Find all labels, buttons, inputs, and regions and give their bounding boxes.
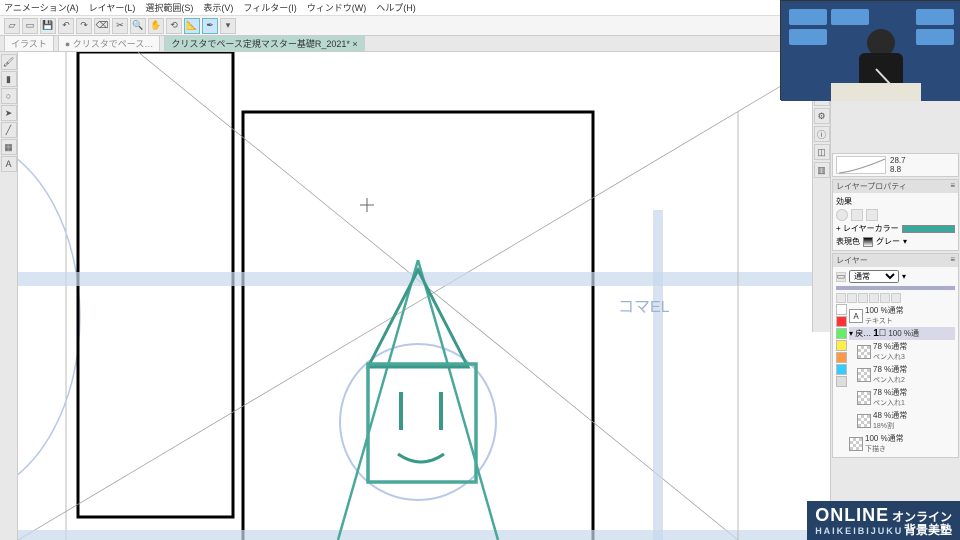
dropdown-icon[interactable]: ▾ (902, 272, 906, 281)
layer-prop-title: レイヤープロパティ (836, 181, 907, 192)
menu-view[interactable]: 表示(V) (203, 1, 233, 14)
pressure-curve[interactable] (836, 156, 886, 174)
layer-lock-icon[interactable]: ▭ (836, 272, 846, 282)
tab-doc2-active[interactable]: クリスタでペース定規マスター基礎R_2021* × (164, 35, 364, 52)
grid-icon[interactable]: ▦ (1, 139, 17, 155)
brush-size-value: 28.7 (890, 156, 906, 165)
layer-item[interactable]: 78 %通常ペン入れ1 (849, 386, 955, 409)
menu-help[interactable]: ヘルプ(H) (376, 1, 416, 14)
panel-menu-icon[interactable]: ≡ (950, 181, 955, 192)
pen-tool-icon[interactable]: ✒ (202, 18, 218, 34)
watermark-badge: ONLINE オンライン 背景美塾 HAIKEIBIJUKU (807, 501, 960, 540)
effect-label: 効果 (836, 196, 852, 207)
expression-label: 表現色 (836, 236, 860, 247)
tab-doc1[interactable]: ● クリスタでペース… (58, 35, 161, 52)
effect-tone-icon[interactable] (851, 209, 863, 221)
brush-icon[interactable]: 🖌 (1, 54, 17, 70)
swatch-green[interactable] (836, 328, 847, 339)
panel-menu-icon[interactable]: ≡ (950, 255, 955, 266)
undo-icon[interactable]: ↶ (58, 18, 74, 34)
layer-color-swatch[interactable] (902, 225, 955, 233)
webcam-person-icon (781, 1, 960, 101)
chevron-down-icon[interactable]: ▾ (220, 18, 236, 34)
effect-border-icon[interactable] (836, 209, 848, 221)
canvas[interactable]: コマEL (18, 52, 830, 540)
menu-layer[interactable]: レイヤー(L) (89, 1, 136, 14)
layer-btn-2[interactable] (847, 293, 857, 303)
layer-btn-6[interactable] (891, 293, 901, 303)
color-swatches (836, 304, 849, 455)
bucket-icon[interactable]: ▮ (1, 71, 17, 87)
layer-item[interactable]: 48 %通常18%割 (849, 409, 955, 432)
shape-icon[interactable]: ○ (1, 88, 17, 104)
blend-mode-select[interactable]: 通常 (849, 270, 899, 283)
info-icon[interactable]: ⓘ (814, 126, 830, 142)
swatch-white[interactable] (836, 304, 847, 315)
opacity-slider[interactable] (836, 286, 955, 290)
eraser-icon[interactable]: ⌫ (94, 18, 110, 34)
brush-curve-panel: 28.7 8.8 (832, 153, 959, 177)
layer-thumb-icon (857, 414, 871, 428)
swatch-yellow[interactable] (836, 340, 847, 351)
new-icon[interactable]: ▱ (4, 18, 20, 34)
watermark-jp2: 背景美塾 (904, 521, 952, 538)
layer-btn-3[interactable] (858, 293, 868, 303)
layer-item[interactable]: A 100 %通常テキスト (849, 304, 955, 327)
line-icon[interactable]: ╱ (1, 122, 17, 138)
layer-thumb-icon (857, 345, 871, 359)
expression-value[interactable]: グレー (876, 236, 900, 247)
save-icon[interactable]: 💾 (40, 18, 56, 34)
menu-window[interactable]: ウィンドウ(W) (307, 1, 367, 14)
webcam-overlay (780, 0, 960, 100)
right-panel-area: 28.7 8.8 レイヤープロパティ≡ 効果 + レイヤーカラー 表 (830, 52, 960, 540)
layers-panel: レイヤー ≡ ▭ 通常 ▾ (832, 253, 959, 458)
layer-item[interactable]: 100 %通常下描き (849, 432, 955, 455)
swatch-cyan[interactable] (836, 364, 847, 375)
menu-animation[interactable]: アニメーション(A) (4, 1, 79, 14)
layer-thumb-icon (857, 391, 871, 405)
layer-color-label: + レイヤーカラー (836, 223, 899, 234)
swatch-red[interactable] (836, 316, 847, 327)
layer-item[interactable]: 78 %通常ペン入れ2 (849, 363, 955, 386)
layer-property-panel: レイヤープロパティ ≡ 効果 + レイヤーカラー 表現色 グレー ▾ (832, 179, 959, 251)
swatch-orange[interactable] (836, 352, 847, 363)
folder-toggle-icon[interactable]: ▾ 戻… (849, 328, 871, 339)
layer-thumb-icon: A (849, 309, 863, 323)
cut-icon[interactable]: ✂ (112, 18, 128, 34)
rotate-icon[interactable]: ⟲ (166, 18, 182, 34)
svg-text:コマEL: コマEL (618, 299, 670, 316)
layer-thumb-icon (849, 437, 863, 451)
open-icon[interactable]: ▭ (22, 18, 38, 34)
tab-illust[interactable]: イラスト (4, 35, 54, 52)
layer-folder[interactable]: ▾ 戻… 1⃣ 100 %通 (849, 327, 955, 340)
effect-extract-icon[interactable] (866, 209, 878, 221)
hand-icon[interactable]: ✋ (148, 18, 164, 34)
zoom-icon[interactable]: 🔍 (130, 18, 146, 34)
3d-icon[interactable]: ◫ (814, 144, 830, 160)
menu-filter[interactable]: フィルター(I) (243, 1, 296, 14)
ruler-icon[interactable]: 📐 (184, 18, 200, 34)
redo-icon[interactable]: ↷ (76, 18, 92, 34)
layers-title: レイヤー (836, 255, 868, 266)
auto-icon[interactable]: ⚙ (814, 108, 830, 124)
layer-item[interactable]: 78 %通常ペン入れ3 (849, 340, 955, 363)
text-icon[interactable]: A (1, 156, 17, 172)
brush-opacity-value: 8.8 (890, 165, 906, 174)
layer-btn-4[interactable] (869, 293, 879, 303)
gray-mode-icon (863, 237, 873, 247)
layer-icon[interactable]: ▥ (814, 162, 830, 178)
layer-thumb-icon (857, 368, 871, 382)
layer-btn-1[interactable] (836, 293, 846, 303)
arrow-icon[interactable]: ➤ (1, 105, 17, 121)
watermark-online: ONLINE (815, 505, 889, 526)
layer-btn-5[interactable] (880, 293, 890, 303)
dropdown-icon[interactable]: ▾ (903, 237, 907, 246)
left-toolbar: 🖌 ▮ ○ ➤ ╱ ▦ A (0, 52, 18, 540)
swatch-gray[interactable] (836, 376, 847, 387)
canvas-drawing: コマEL (18, 52, 830, 540)
menu-selection[interactable]: 選択範囲(S) (145, 1, 193, 14)
